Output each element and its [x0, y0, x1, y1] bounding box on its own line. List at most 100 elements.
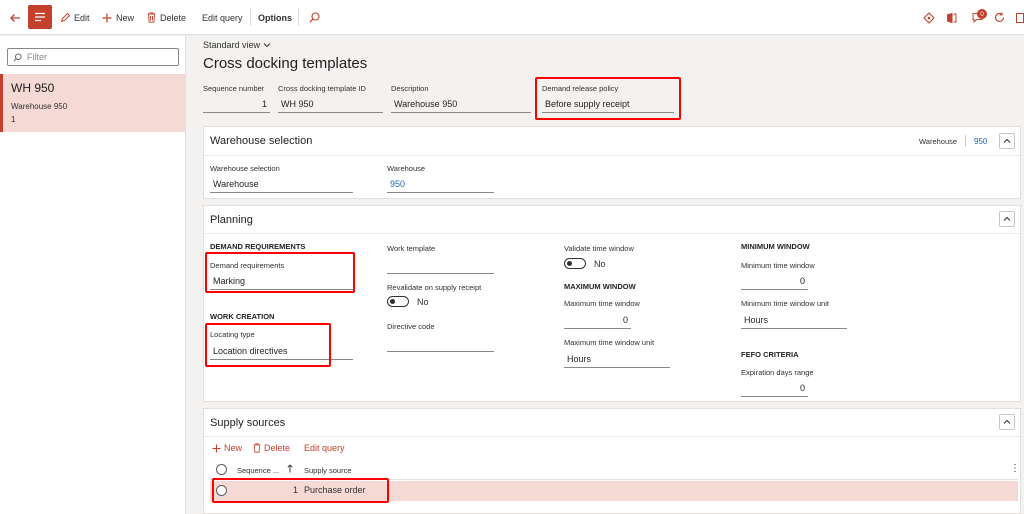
filter-input[interactable]: Filter: [7, 48, 179, 66]
max-time-window-unit-field[interactable]: Hours: [564, 352, 670, 368]
fefo-criteria-header: FEFO CRITERIA: [741, 350, 799, 359]
list-item-subtitle: Warehouse 950: [11, 102, 68, 111]
options-label: Options: [258, 12, 292, 23]
directive-code-field[interactable]: [387, 336, 494, 352]
section-title: Supply sources: [210, 417, 286, 429]
edit-query-label: Edit query: [202, 12, 243, 23]
supply-edit-query-button[interactable]: Edit query: [304, 443, 345, 453]
collapse-button[interactable]: [999, 211, 1015, 227]
toolbar-divider: [298, 8, 299, 26]
warehouse-summary-label: Warehouse: [919, 137, 958, 146]
notification-badge: 0: [977, 9, 987, 19]
validate-time-window-value: No: [594, 258, 606, 269]
diamond-button[interactable]: [923, 0, 935, 35]
min-time-window-label: Minimum time window: [741, 261, 815, 270]
warehouse-selection-section: Warehouse selection Warehouse 950 Wareho…: [203, 126, 1022, 199]
supply-delete-button[interactable]: Delete: [253, 443, 290, 453]
min-time-window-unit-field[interactable]: Hours: [741, 313, 847, 329]
description-label: Description: [391, 84, 429, 93]
warehouse-summary-value[interactable]: 950: [974, 137, 987, 146]
office-icon: [947, 12, 957, 23]
edit-label: Edit: [74, 12, 90, 23]
max-time-window-field[interactable]: 0: [564, 313, 631, 329]
menu-button[interactable]: [28, 5, 52, 29]
section-divider: [204, 436, 1022, 437]
delete-button[interactable]: Delete: [147, 0, 186, 35]
trash-icon: [147, 12, 156, 23]
max-time-window-label: Maximum time window: [564, 299, 640, 308]
validate-time-window-label: Validate time window: [564, 244, 634, 253]
directive-code-label: Directive code: [387, 322, 435, 331]
warehouse-selection-field[interactable]: Warehouse: [210, 177, 353, 193]
list-pane: Filter WH 950 Warehouse 950 1: [0, 36, 186, 514]
expiration-days-label: Expiration days range: [741, 368, 814, 377]
minimum-window-header: MINIMUM WINDOW: [741, 242, 810, 251]
expiration-days-field[interactable]: 0: [741, 381, 808, 397]
list-item[interactable]: WH 950 Warehouse 950 1: [0, 74, 186, 132]
plus-icon: [212, 444, 221, 452]
revalidate-toggle[interactable]: No: [387, 296, 429, 307]
search-button[interactable]: [309, 0, 320, 35]
select-all-radio[interactable]: [216, 464, 227, 475]
maximum-window-header: MAXIMUM WINDOW: [564, 282, 636, 291]
edit-button[interactable]: Edit: [60, 0, 90, 35]
warehouse-label: Warehouse: [387, 164, 426, 173]
panel-button[interactable]: [1016, 0, 1024, 35]
description-field[interactable]: Warehouse 950: [391, 97, 531, 113]
view-selector[interactable]: Standard view: [203, 40, 271, 50]
trash-icon: [253, 443, 261, 453]
view-label: Standard view: [203, 40, 261, 50]
sequence-number-label: Sequence number: [203, 84, 265, 93]
action-toolbar: Edit New Delete Edit query Options 0: [0, 0, 1024, 35]
work-creation-header: WORK CREATION: [210, 312, 275, 321]
chevron-up-icon: [1003, 216, 1011, 221]
section-title: Warehouse selection: [210, 135, 313, 147]
refresh-icon: [994, 12, 1005, 23]
plus-icon: [102, 13, 112, 22]
work-template-label: Work template: [387, 244, 436, 253]
new-button[interactable]: New: [102, 0, 134, 35]
section-divider: [204, 155, 1022, 156]
arrow-left-icon: [10, 13, 20, 22]
collapse-button[interactable]: [999, 133, 1015, 149]
toolbar-divider: [250, 8, 251, 26]
supply-edit-query-label: Edit query: [304, 443, 345, 453]
diamond-icon: [923, 11, 935, 24]
column-header-sequence[interactable]: Sequence ...: [237, 466, 279, 475]
refresh-button[interactable]: [994, 0, 1005, 35]
template-id-field[interactable]: WH 950: [278, 97, 383, 113]
options-button[interactable]: Options: [258, 0, 292, 35]
section-divider: [204, 233, 1022, 234]
min-time-window-field[interactable]: 0: [741, 274, 808, 290]
sort-up-icon: [287, 464, 293, 473]
more-options-icon[interactable]: ⋮: [1010, 463, 1020, 474]
new-label: New: [116, 12, 135, 23]
highlight-box: [212, 478, 389, 503]
revalidate-label: Revalidate on supply receipt: [387, 283, 482, 292]
demand-requirements-header: DEMAND REQUIREMENTS: [210, 242, 306, 251]
panel-icon: [1016, 12, 1024, 23]
highlight-box: [205, 252, 355, 293]
sequence-number-field[interactable]: 1: [203, 97, 270, 113]
back-button[interactable]: [9, 0, 21, 35]
highlight-box: [205, 323, 331, 367]
edit-query-button[interactable]: Edit query: [202, 0, 243, 35]
page-title: Cross docking templates: [203, 55, 368, 72]
work-template-field[interactable]: [387, 258, 494, 274]
validate-time-window-toggle[interactable]: No: [564, 258, 606, 269]
list-item-extra: 1: [11, 115, 16, 124]
chevron-down-icon: [263, 43, 271, 48]
supply-delete-label: Delete: [264, 443, 291, 453]
supply-new-button[interactable]: New: [212, 443, 242, 453]
chevron-up-icon: [1003, 419, 1011, 424]
pencil-icon: [60, 12, 70, 22]
office-button[interactable]: [946, 0, 957, 35]
warehouse-field[interactable]: 950: [387, 177, 494, 193]
menu-lines-icon: [35, 12, 45, 22]
summary-divider: [965, 135, 966, 147]
collapse-button[interactable]: [999, 414, 1015, 430]
column-header-supply-source[interactable]: Supply source: [304, 466, 352, 475]
toggle-track: [387, 296, 409, 307]
filter-placeholder: Filter: [27, 52, 47, 62]
search-icon: [13, 52, 22, 62]
